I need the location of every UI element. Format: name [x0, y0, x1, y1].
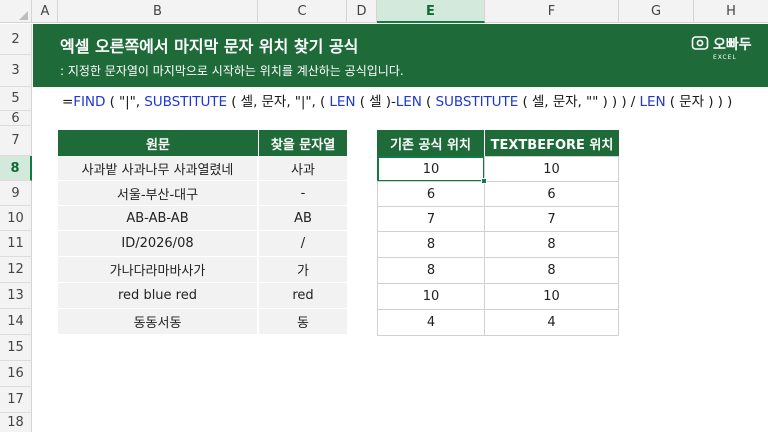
- title-banner: 엑셀 오른쪽에서 마지막 문자 위치 찾기 공식 : 지정한 문자열이 마지막으…: [33, 24, 768, 87]
- textbefore-position-cell[interactable]: 10: [484, 283, 619, 310]
- formula-segment: (: [421, 94, 436, 110]
- header-textbefore-position: TEXTBEFORE 위치: [485, 130, 619, 156]
- logo-subtext: EXCEL: [713, 54, 737, 61]
- column-header-f[interactable]: F: [485, 0, 619, 23]
- row-header-15[interactable]: 15: [0, 335, 32, 361]
- textbefore-position-cell[interactable]: 8: [484, 257, 619, 284]
- old-formula-position-cell[interactable]: 10: [377, 283, 485, 310]
- column-header-c[interactable]: C: [258, 0, 347, 23]
- search-string-cell[interactable]: -: [259, 181, 347, 206]
- search-string-cell[interactable]: red: [259, 283, 347, 309]
- row-header-9[interactable]: 9: [0, 181, 32, 206]
- source-text-cell[interactable]: ID/2026/08: [58, 231, 258, 257]
- row-header-5[interactable]: 5: [0, 87, 32, 111]
- row-header-16[interactable]: 16: [0, 361, 32, 387]
- row-header-11[interactable]: 11: [0, 231, 32, 257]
- column-header-a[interactable]: A: [33, 0, 58, 23]
- textbefore-position-cell[interactable]: 7: [484, 206, 619, 232]
- row-header-2[interactable]: 2: [0, 24, 32, 55]
- row-header-18[interactable]: 18: [0, 413, 32, 432]
- formula-segment: =: [62, 94, 74, 110]
- source-text-cell[interactable]: 사과밭 사과나무 사과열렸네: [58, 156, 258, 181]
- banner-title: 엑셀 오른쪽에서 마지막 문자 위치 찾기 공식: [60, 37, 359, 56]
- column-header-e[interactable]: E: [377, 0, 485, 23]
- textbefore-position-cell[interactable]: 6: [484, 181, 619, 207]
- source-text-cell[interactable]: 동동서동: [58, 309, 258, 335]
- formula-segment: ( 문자 ) ) ): [665, 94, 733, 110]
- textbefore-position-cell[interactable]: 4: [484, 309, 619, 336]
- textbefore-position-cell[interactable]: 10: [484, 156, 619, 182]
- formula-segment: ( 셀, 문자, "|", (: [227, 94, 330, 110]
- formula-text: =FIND ( "|", SUBSTITUTE ( 셀, 문자, "|", ( …: [62, 90, 732, 110]
- search-string-cell[interactable]: 가: [259, 257, 347, 283]
- formula-segment: ( 셀 )-: [355, 94, 396, 110]
- column-header-d[interactable]: D: [347, 0, 377, 23]
- row-header-13[interactable]: 13: [0, 283, 32, 309]
- logo-icon: [691, 36, 709, 50]
- source-text-cell[interactable]: 가나다라마바사가: [58, 257, 258, 283]
- old-formula-position-cell[interactable]: 4: [377, 309, 485, 336]
- source-text-cell[interactable]: red blue red: [58, 283, 258, 309]
- old-formula-position-cell[interactable]: 8: [377, 257, 485, 284]
- formula-segment: ( 셀, 문자, "" ) ) ) /: [518, 94, 640, 110]
- row-header-7[interactable]: 7: [0, 126, 32, 156]
- old-formula-position-cell[interactable]: 7: [377, 206, 485, 232]
- search-string-cell[interactable]: AB: [259, 206, 347, 231]
- row-header-17[interactable]: 17: [0, 387, 32, 413]
- select-all-corner[interactable]: [0, 0, 32, 23]
- active-cell-e8[interactable]: 10: [377, 156, 485, 182]
- formula-function-name: FIND: [73, 94, 106, 110]
- search-string-cell[interactable]: /: [259, 231, 347, 257]
- old-formula-position-cell[interactable]: 6: [377, 181, 485, 207]
- row-header-3[interactable]: 3: [0, 55, 32, 87]
- formula-function-name: SUBSTITUTE: [144, 94, 228, 110]
- column-header-g[interactable]: G: [619, 0, 694, 23]
- source-text-cell[interactable]: AB-AB-AB: [58, 206, 258, 231]
- column-header-row: A B C D E F G H: [0, 0, 768, 23]
- banner-subtitle: : 지정한 문자열이 마지막으로 시작하는 위치를 계산하는 공식입니다.: [60, 64, 404, 78]
- textbefore-position-cell[interactable]: 8: [484, 231, 619, 258]
- search-string-cell[interactable]: 사과: [259, 156, 347, 181]
- header-old-formula-position: 기존 공식 위치: [377, 130, 484, 156]
- formula-function-name: LEN: [639, 94, 666, 110]
- row-header-14[interactable]: 14: [0, 309, 32, 335]
- formula-function-name: LEN: [329, 94, 356, 110]
- fill-handle[interactable]: [481, 178, 487, 184]
- column-header-h[interactable]: H: [694, 0, 768, 23]
- row-header-10[interactable]: 10: [0, 206, 32, 231]
- formula-segment: ( "|",: [105, 94, 145, 110]
- row-header-8[interactable]: 8: [0, 156, 32, 181]
- row-header-6[interactable]: 6: [0, 111, 32, 126]
- formula-function-name: SUBSTITUTE: [435, 94, 519, 110]
- column-header-b[interactable]: B: [58, 0, 258, 23]
- search-string-cell[interactable]: 동: [259, 309, 347, 335]
- header-search-string: 찾을 문자열: [259, 130, 347, 156]
- logo-text: 오빠두: [713, 37, 752, 53]
- formula-function-name: LEN: [395, 94, 422, 110]
- row-header-12[interactable]: 12: [0, 257, 32, 283]
- old-formula-position-cell[interactable]: 8: [377, 231, 485, 258]
- header-original-text: 원문: [58, 130, 258, 156]
- brand-logo: 오빠두 EXCEL: [691, 32, 753, 72]
- source-text-cell[interactable]: 서울-부산-대구: [58, 181, 258, 206]
